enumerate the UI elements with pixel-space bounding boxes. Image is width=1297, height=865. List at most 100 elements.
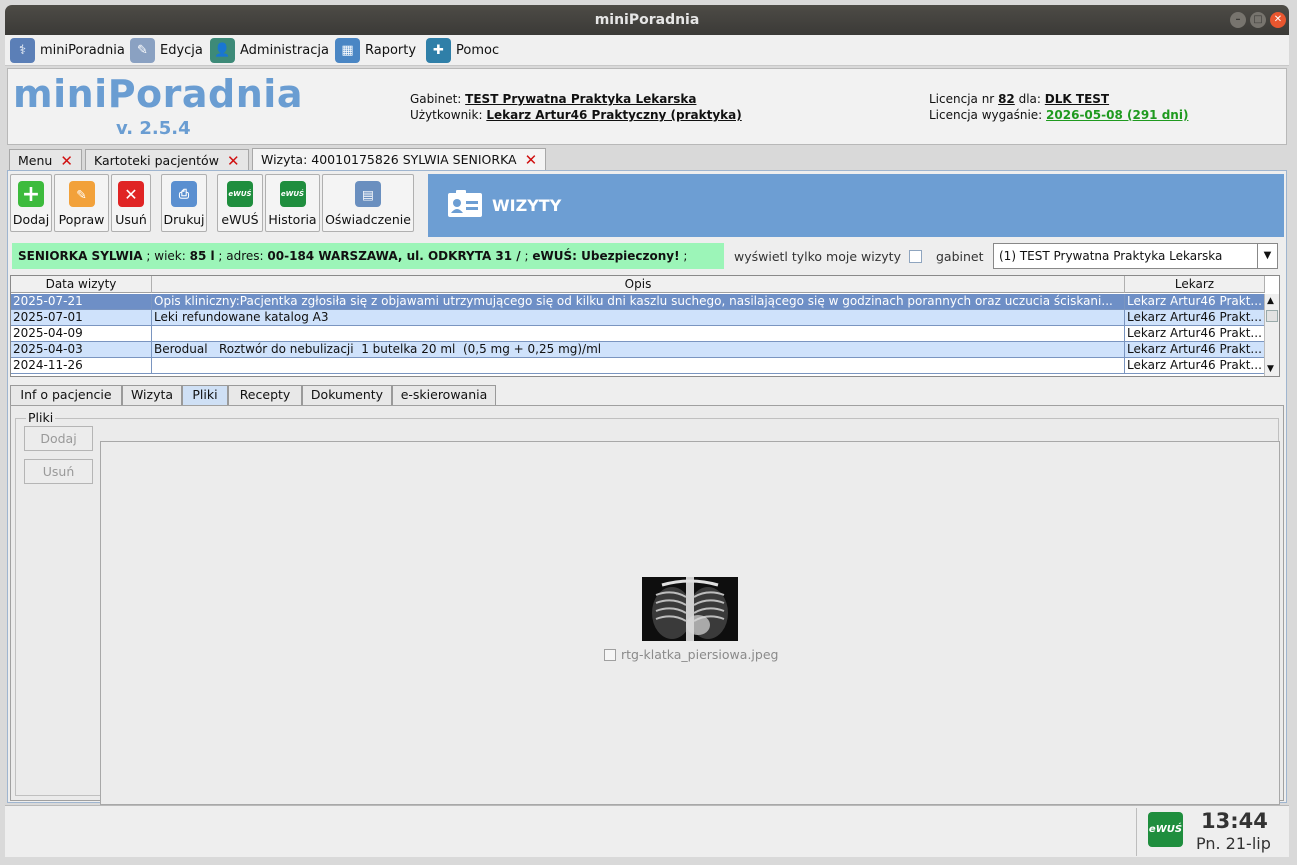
- cell-doctor: Lekarz Artur46 Prakt...: [1125, 342, 1265, 357]
- toolbar: + Dodaj ✎ Popraw ✕ Usuń ⎙ Drukuj eWUŚ eW…: [10, 174, 416, 234]
- tab-patient-info[interactable]: Inf o pacjencie: [10, 385, 122, 405]
- ewus-history-icon: eWUŚ: [279, 181, 306, 207]
- cell-doctor: Lekarz Artur46 Prakt...: [1125, 294, 1265, 309]
- tab-prescriptions[interactable]: Recepty: [228, 385, 302, 405]
- patient-separator: ;: [520, 249, 533, 263]
- patient-name: SENIORKA SYLWIA: [18, 249, 143, 263]
- table-row[interactable]: 2025-04-03 Berodual Roztwór do nebulizac…: [11, 342, 1265, 358]
- cell-date: 2025-04-09: [11, 326, 152, 341]
- menu-label: miniPoradnia: [40, 43, 125, 58]
- xray-thumbnail[interactable]: [642, 577, 738, 641]
- minimize-icon[interactable]: –: [1230, 12, 1246, 28]
- table-row[interactable]: 2025-04-09 Lekarz Artur46 Prakt...: [11, 326, 1265, 342]
- tab-label: Wizyta: 40010175826 SYLWIA SENIORKA: [261, 152, 517, 167]
- close-tab-icon[interactable]: ✕: [227, 153, 240, 168]
- column-header-doctor[interactable]: Lekarz: [1125, 276, 1265, 293]
- patient-separator: ;: [679, 249, 688, 263]
- chevron-down-icon[interactable]: ▼: [1257, 244, 1277, 268]
- tab-wizyta[interactable]: Wizyta: 40010175826 SYLWIA SENIORKA ✕: [252, 148, 547, 171]
- cell-date: 2025-07-01: [11, 310, 152, 325]
- delete-x-icon: ✕: [118, 181, 144, 207]
- table-row[interactable]: 2025-07-01 Leki refundowane katalog A3 L…: [11, 310, 1265, 326]
- patient-address: 00-184 WARSZAWA, ul. ODKRYTA 31 /: [267, 249, 521, 263]
- print-button-label: Drukuj: [163, 212, 205, 227]
- menu-pomoc[interactable]: ✚ Pomoc: [426, 37, 499, 64]
- menu-raporty[interactable]: ▦ Raporty: [335, 37, 416, 64]
- table-scrollbar[interactable]: ▲ ▼: [1264, 294, 1279, 376]
- menu-administracja[interactable]: 👤 Administracja: [210, 37, 329, 64]
- tab-visit[interactable]: Wizyta: [122, 385, 182, 405]
- close-tab-icon[interactable]: ✕: [60, 153, 73, 168]
- table-row[interactable]: 2025-07-21 Opis kliniczny:Pacjentka zgło…: [11, 294, 1265, 310]
- expiry-value: 2026-05-08 (291 dni): [1046, 108, 1189, 122]
- ewus-status-icon[interactable]: eWUŚ: [1148, 812, 1183, 847]
- status-bar: eWUŚ 13:44 Pn. 21-lip: [5, 805, 1289, 857]
- tab-kartoteki[interactable]: Kartoteki pacjentów ✕: [85, 149, 249, 171]
- cell-desc: Leki refundowane katalog A3: [152, 310, 1125, 325]
- banner-title: WIZYTY: [492, 196, 562, 215]
- print-button[interactable]: ⎙ Drukuj: [161, 174, 207, 232]
- menu-miniporadnia[interactable]: ⚕ miniPoradnia: [10, 37, 125, 64]
- menu-label: Pomoc: [456, 43, 500, 58]
- clock-time: 13:44: [1201, 809, 1268, 833]
- tab-label: Menu: [18, 152, 53, 168]
- tab-referrals[interactable]: e-skierowania: [392, 385, 496, 405]
- chest-xray-image: [642, 577, 738, 641]
- tab-menu[interactable]: Menu ✕: [9, 149, 82, 171]
- add-file-button[interactable]: Dodaj: [24, 426, 93, 451]
- plus-icon: +: [18, 181, 44, 207]
- user-label: Użytkownik:: [410, 108, 483, 122]
- id-card-icon: [448, 190, 482, 217]
- delete-button-label: Usuń: [115, 212, 147, 227]
- menu-edycja[interactable]: ✎ Edycja: [130, 37, 203, 64]
- only-mine-label: wyświetl tylko moje wizyty: [734, 249, 901, 264]
- gabinet-select[interactable]: (1) TEST Prywatna Praktyka Lekarska ▼: [993, 243, 1278, 269]
- statement-button-label: Oświadczenie: [325, 212, 411, 227]
- admin-user-icon: 👤: [210, 38, 235, 63]
- files-group-label: Pliki: [26, 410, 56, 425]
- history-button[interactable]: eWUŚ Historia: [265, 174, 320, 232]
- app-header: miniPoradnia v. 2.5.4 Gabinet: TEST Pryw…: [7, 68, 1287, 145]
- patient-ewus-status: eWUŚ: Ubezpieczony!: [532, 249, 680, 263]
- edit-button[interactable]: ✎ Popraw: [54, 174, 109, 232]
- patient-separator: ; wiek:: [142, 249, 190, 263]
- statement-button[interactable]: ▤ Oświadczenie: [322, 174, 414, 232]
- cell-desc: Berodual Roztwór do nebulizacji 1 butelk…: [152, 342, 1125, 357]
- license-number: 82: [998, 92, 1015, 106]
- close-window-icon[interactable]: ✕: [1270, 12, 1286, 28]
- column-header-date[interactable]: Data wizyty: [11, 276, 152, 293]
- cell-doctor: Lekarz Artur46 Prakt...: [1125, 358, 1265, 373]
- scroll-down-icon[interactable]: ▼: [1267, 364, 1274, 374]
- add-button-label: Dodaj: [12, 212, 50, 227]
- maximize-icon[interactable]: □: [1250, 12, 1266, 28]
- app-logo: miniPoradnia: [13, 72, 303, 116]
- files-panel: Pliki Dodaj Usuń rtg-klatka_piersiowa.jp…: [10, 405, 1284, 805]
- delete-button[interactable]: ✕ Usuń: [111, 174, 151, 232]
- column-header-desc[interactable]: Opis: [152, 276, 1125, 293]
- license-info: Licencja nr 82 dla: DLK TEST: [929, 92, 1109, 106]
- menu-label: Administracja: [240, 43, 329, 58]
- app-version: v. 2.5.4: [116, 118, 191, 139]
- patient-separator: ; adres:: [214, 249, 268, 263]
- window-titlebar: miniPoradnia – □ ✕: [5, 5, 1289, 35]
- files-group: Pliki Dodaj Usuń rtg-klatka_piersiowa.jp…: [15, 410, 1280, 805]
- scroll-thumb[interactable]: [1266, 310, 1278, 322]
- tab-files[interactable]: Pliki: [182, 385, 228, 405]
- table-row[interactable]: 2024-11-26 Lekarz Artur46 Prakt...: [11, 358, 1265, 374]
- visits-table: Data wizyty Opis Lekarz 2025-07-21 Opis …: [10, 275, 1280, 377]
- file-select-checkbox[interactable]: [604, 649, 616, 661]
- doctor-icon: ⚕: [10, 38, 35, 63]
- scroll-up-icon[interactable]: ▲: [1267, 296, 1274, 306]
- only-mine-checkbox[interactable]: [909, 250, 922, 263]
- clock-date: Pn. 21-lip: [1196, 834, 1271, 853]
- document-icon: ▤: [355, 181, 381, 207]
- add-button[interactable]: + Dodaj: [10, 174, 52, 232]
- patient-info-bar: SENIORKA SYLWIA ; wiek: 85 l ; adres: 00…: [12, 243, 724, 269]
- edit-icon: ✎: [130, 38, 155, 63]
- ewus-button[interactable]: eWUŚ eWUŚ: [217, 174, 263, 232]
- close-tab-icon[interactable]: ✕: [525, 153, 538, 168]
- delete-file-button[interactable]: Usuń: [24, 459, 93, 484]
- tab-documents[interactable]: Dokumenty: [302, 385, 392, 405]
- cell-date: 2025-07-21: [11, 294, 152, 309]
- files-area: rtg-klatka_piersiowa.jpeg: [100, 441, 1280, 805]
